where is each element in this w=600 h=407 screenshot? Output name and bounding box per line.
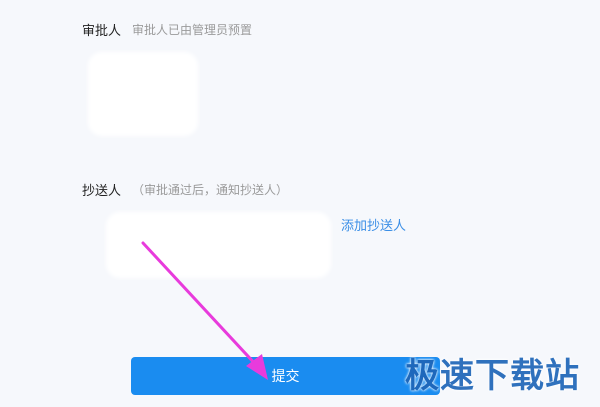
- annotation-arrow-icon: [141, 241, 268, 380]
